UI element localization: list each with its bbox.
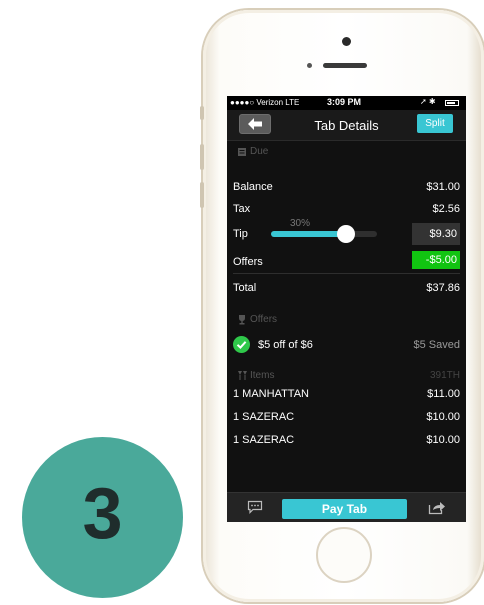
volume-up-button (200, 144, 204, 170)
tip-slider[interactable] (271, 225, 377, 243)
split-button[interactable]: Split (417, 114, 453, 133)
items-section-label: Items (250, 370, 275, 381)
tip-value-box[interactable]: $9.30 (412, 223, 460, 245)
item-name: 1 MANHATTAN (233, 388, 309, 400)
divider (233, 273, 460, 274)
item-price: $10.00 (426, 434, 460, 446)
tip-slider-thumb[interactable] (337, 225, 355, 243)
offer-item[interactable]: $5 off of $6 $5 Saved (233, 334, 460, 356)
step-number-badge: 3 (22, 437, 183, 598)
trophy-icon (239, 315, 245, 325)
due-section-label: Due (250, 146, 269, 157)
cocktail-icon (238, 371, 247, 380)
earpiece-speaker (323, 63, 367, 68)
iphone-device: ●●●●○ Verizon LTE 3:09 PM ➚ ✱ Tab Detail… (200, 10, 484, 602)
volume-down-button (200, 182, 204, 208)
total-value: $37.86 (426, 282, 460, 294)
nav-bar: Tab Details Split (227, 110, 466, 141)
step-number: 3 (82, 474, 123, 554)
tax-label: Tax (233, 203, 251, 215)
balance-label: Balance (233, 181, 273, 193)
offers-value: -$5.00 (425, 254, 457, 266)
tip-value: $9.30 (429, 228, 457, 240)
list-item[interactable]: 1 SAZERAC $10.00 (233, 429, 460, 451)
chat-bubble-icon[interactable] (247, 500, 263, 514)
receipt-icon (238, 148, 246, 156)
status-bar: ●●●●○ Verizon LTE 3:09 PM ➚ ✱ (227, 96, 466, 110)
balance-row: Balance $31.00 (233, 176, 460, 198)
tax-value: $2.56 (432, 203, 460, 215)
battery-icon (445, 100, 459, 106)
status-icons: ➚ ✱ (420, 97, 436, 106)
pay-tab-button[interactable]: Pay Tab (282, 499, 407, 519)
offers-label: Offers (233, 256, 263, 268)
offers-row: Offers -$5.00 (233, 251, 460, 273)
front-camera (342, 37, 351, 46)
tip-label: Tip (233, 228, 248, 240)
tip-percent-label: 30% (290, 218, 311, 229)
app-screen: ●●●●○ Verizon LTE 3:09 PM ➚ ✱ Tab Detail… (227, 96, 466, 522)
offers-value-badge: -$5.00 (412, 251, 460, 269)
total-label: Total (233, 282, 257, 294)
table-code: 391TH (429, 370, 460, 381)
share-icon[interactable] (428, 500, 446, 515)
mute-switch (200, 106, 204, 120)
item-name: 1 SAZERAC (233, 434, 295, 446)
offers-section-label: Offers (250, 314, 278, 325)
bottom-toolbar: Pay Tab (227, 492, 466, 522)
tax-row: Tax $2.56 (233, 198, 460, 220)
due-section-header: Due (233, 144, 460, 160)
home-button[interactable] (316, 527, 372, 583)
proximity-sensor (307, 63, 312, 68)
offers-section-header: Offers (233, 312, 460, 328)
offer-item-status: $5 Saved (413, 339, 460, 351)
check-circle-icon (233, 336, 250, 353)
status-time: 3:09 PM (327, 97, 362, 107)
item-price: $10.00 (426, 411, 460, 423)
tip-row: Tip 30% $9.30 (233, 218, 460, 245)
balance-value: $31.00 (426, 181, 460, 193)
list-item[interactable]: 1 MANHATTAN $11.00 (233, 383, 460, 405)
carrier-signal: ●●●●○ Verizon LTE (230, 98, 300, 107)
item-price: $11.00 (427, 388, 460, 400)
total-row: Total $37.86 (233, 277, 460, 299)
tip-slider-fill (271, 231, 346, 237)
item-name: 1 SAZERAC (233, 411, 295, 423)
offer-item-label: $5 off of $6 (258, 339, 313, 351)
list-item[interactable]: 1 SAZERAC $10.00 (233, 406, 460, 428)
items-section-header: Items 391TH (233, 368, 460, 384)
